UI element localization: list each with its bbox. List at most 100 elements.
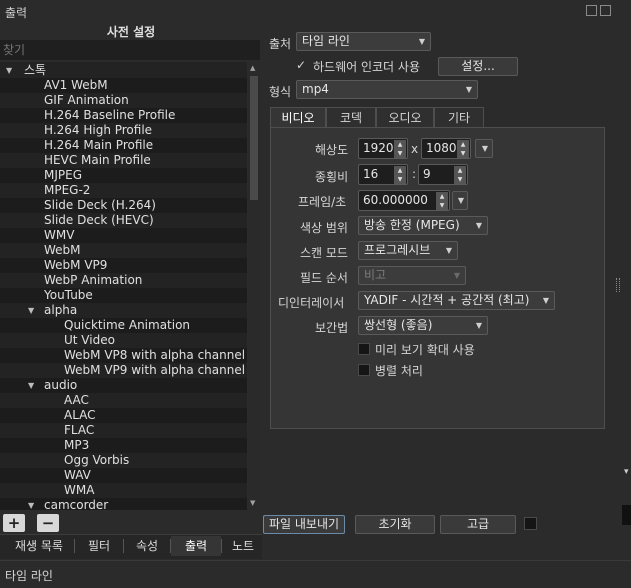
tree-preset-item[interactable]: Ogg Vorbis: [0, 453, 247, 468]
tab-other[interactable]: 기타: [434, 107, 484, 127]
tab-filters[interactable]: 필터: [75, 536, 123, 556]
interpolation-select[interactable]: 쌍선형 (좋음) ▼: [358, 316, 488, 335]
hw-encoder-check-icon[interactable]: ✓: [296, 58, 306, 72]
tree-preset-item[interactable]: AV1 WebM: [0, 78, 247, 93]
close-window-icon[interactable]: [600, 5, 611, 16]
parallel-checkbox[interactable]: [358, 364, 370, 376]
interpolation-value: 쌍선형 (좋음): [364, 318, 433, 332]
tree-preset-item[interactable]: Quicktime Animation: [0, 318, 247, 333]
fps-spinbox[interactable]: 60.000000 ▲ ▼: [358, 190, 450, 211]
spin-up-icon[interactable]: ▲: [394, 166, 406, 175]
tree-item-label: Quicktime Animation: [64, 318, 191, 332]
float-window-icon[interactable]: [586, 5, 597, 16]
remove-preset-button[interactable]: −: [37, 514, 59, 532]
deinterlacer-select[interactable]: YADIF - 시간적 + 공간적 (최고) ▼: [358, 291, 555, 310]
tree-preset-item[interactable]: WMV: [0, 228, 247, 243]
tree-preset-item[interactable]: WebM VP9: [0, 258, 247, 273]
chevron-down-icon: ▼: [465, 85, 472, 94]
tree-preset-item[interactable]: FLAC: [0, 423, 247, 438]
resolution-preset-dropdown[interactable]: ▼: [475, 139, 493, 158]
tree-preset-item[interactable]: GIF Animation: [0, 93, 247, 108]
spin-up-icon[interactable]: ▲: [394, 140, 406, 149]
tree-item-label: WebP Animation: [44, 273, 143, 287]
field-order-select: 비고 ▼: [358, 266, 466, 285]
advanced-button[interactable]: 고급: [440, 515, 516, 534]
status-text: 타임 라인: [5, 569, 53, 583]
tree-preset-item[interactable]: AAC: [0, 393, 247, 408]
collapse-arrow-icon[interactable]: ▾: [624, 467, 629, 477]
expand-arrow-icon[interactable]: ▼: [28, 498, 34, 510]
expand-arrow-icon[interactable]: ▼: [28, 378, 34, 393]
tab-playlist[interactable]: 재생 목록: [4, 536, 74, 556]
scan-mode-select[interactable]: 프로그레시브 ▼: [358, 241, 458, 260]
add-preset-button[interactable]: +: [3, 514, 25, 532]
width-spinbox[interactable]: 1920 ▲ ▼: [358, 138, 408, 159]
advanced-toggle-checkbox[interactable]: [524, 517, 537, 530]
preview-scale-checkbox[interactable]: [358, 343, 370, 355]
tree-preset-item[interactable]: MJPEG: [0, 168, 247, 183]
tab-notes[interactable]: 노트: [222, 536, 264, 556]
aspect-w-spinbox[interactable]: 16 ▲ ▼: [358, 164, 408, 185]
spin-down-icon[interactable]: ▼: [436, 201, 448, 210]
aspect-w-value: 16: [363, 167, 379, 181]
tree-preset-item[interactable]: WebM VP9 with alpha channel: [0, 363, 247, 378]
tree-folder-item[interactable]: ▼ audio: [0, 378, 247, 393]
color-range-select[interactable]: 방송 한정 (MPEG) ▼: [358, 216, 488, 235]
expand-arrow-icon[interactable]: ▼: [6, 63, 12, 78]
export-file-button[interactable]: 파일 내보내기: [263, 515, 345, 534]
tab-export[interactable]: 출력: [171, 536, 221, 556]
tree-folder-item[interactable]: ▼ 스톡: [0, 63, 247, 78]
tab-properties[interactable]: 속성: [124, 536, 170, 556]
color-range-label: 색상 범위: [300, 221, 348, 235]
scroll-down-icon[interactable]: ▼: [250, 499, 255, 507]
tree-preset-item[interactable]: WAV: [0, 468, 247, 483]
tree-preset-item[interactable]: WebM: [0, 243, 247, 258]
spin-up-icon[interactable]: ▲: [436, 192, 448, 201]
tree-preset-item[interactable]: Slide Deck (H.264): [0, 198, 247, 213]
preset-tree-scroll-thumb[interactable]: [250, 76, 258, 200]
tree-preset-item[interactable]: WebP Animation: [0, 273, 247, 288]
format-select[interactable]: mp4 ▼: [296, 80, 478, 99]
fps-preset-dropdown[interactable]: ▼: [452, 191, 468, 210]
tree-preset-item[interactable]: HEVC Main Profile: [0, 153, 247, 168]
tree-preset-item[interactable]: WMA: [0, 483, 247, 498]
chevron-down-icon: ▼: [418, 37, 425, 46]
spin-down-icon[interactable]: ▼: [394, 175, 406, 184]
preset-tree[interactable]: ▼ 스톡 AV1 WebM GIF Animation H.264 Baseline P…: [0, 62, 247, 510]
tree-preset-item[interactable]: H.264 Baseline Profile: [0, 108, 247, 123]
tree-preset-item[interactable]: MPEG-2: [0, 183, 247, 198]
tree-item-label: WAV: [64, 468, 91, 482]
splitter-handle[interactable]: [616, 278, 620, 292]
tree-item-label: FLAC: [64, 423, 95, 437]
reset-button[interactable]: 초기화: [355, 515, 435, 534]
source-label: 출처: [269, 37, 292, 51]
spin-down-icon[interactable]: ▼: [394, 149, 406, 158]
tree-item-label: camcorder: [44, 498, 109, 510]
spin-down-icon[interactable]: ▼: [457, 149, 469, 158]
tree-preset-item[interactable]: Ut Video: [0, 333, 247, 348]
tab-audio[interactable]: 오디오: [376, 107, 434, 127]
tree-folder-item[interactable]: ▼ camcorder: [0, 498, 247, 510]
spin-up-icon[interactable]: ▲: [457, 140, 469, 149]
tree-preset-item[interactable]: MP3: [0, 438, 247, 453]
tree-preset-item[interactable]: YouTube: [0, 288, 247, 303]
preset-search-input[interactable]: [0, 40, 260, 60]
spin-down-icon[interactable]: ▼: [454, 175, 466, 184]
aspect-h-spinbox[interactable]: 9 ▲ ▼: [418, 164, 468, 185]
deinterlacer-value: YADIF - 시간적 + 공간적 (최고): [364, 293, 530, 307]
spin-up-icon[interactable]: ▲: [454, 166, 466, 175]
expand-arrow-icon[interactable]: ▼: [28, 303, 34, 318]
tree-preset-item[interactable]: Slide Deck (HEVC): [0, 213, 247, 228]
scroll-up-icon[interactable]: ▲: [250, 64, 255, 72]
tree-item-label: WebM VP8 with alpha channel: [64, 348, 246, 362]
tree-preset-item[interactable]: H.264 High Profile: [0, 123, 247, 138]
tree-preset-item[interactable]: ALAC: [0, 408, 247, 423]
tab-codec[interactable]: 코덱: [326, 107, 376, 127]
tab-video[interactable]: 비디오: [270, 107, 326, 127]
height-spinbox[interactable]: 1080 ▲ ▼: [421, 138, 471, 159]
tree-preset-item[interactable]: WebM VP8 with alpha channel: [0, 348, 247, 363]
tree-folder-item[interactable]: ▼ alpha: [0, 303, 247, 318]
source-select[interactable]: 타임 라인 ▼: [296, 32, 431, 51]
tree-preset-item[interactable]: H.264 Main Profile: [0, 138, 247, 153]
settings-button[interactable]: 설정...: [438, 57, 518, 76]
